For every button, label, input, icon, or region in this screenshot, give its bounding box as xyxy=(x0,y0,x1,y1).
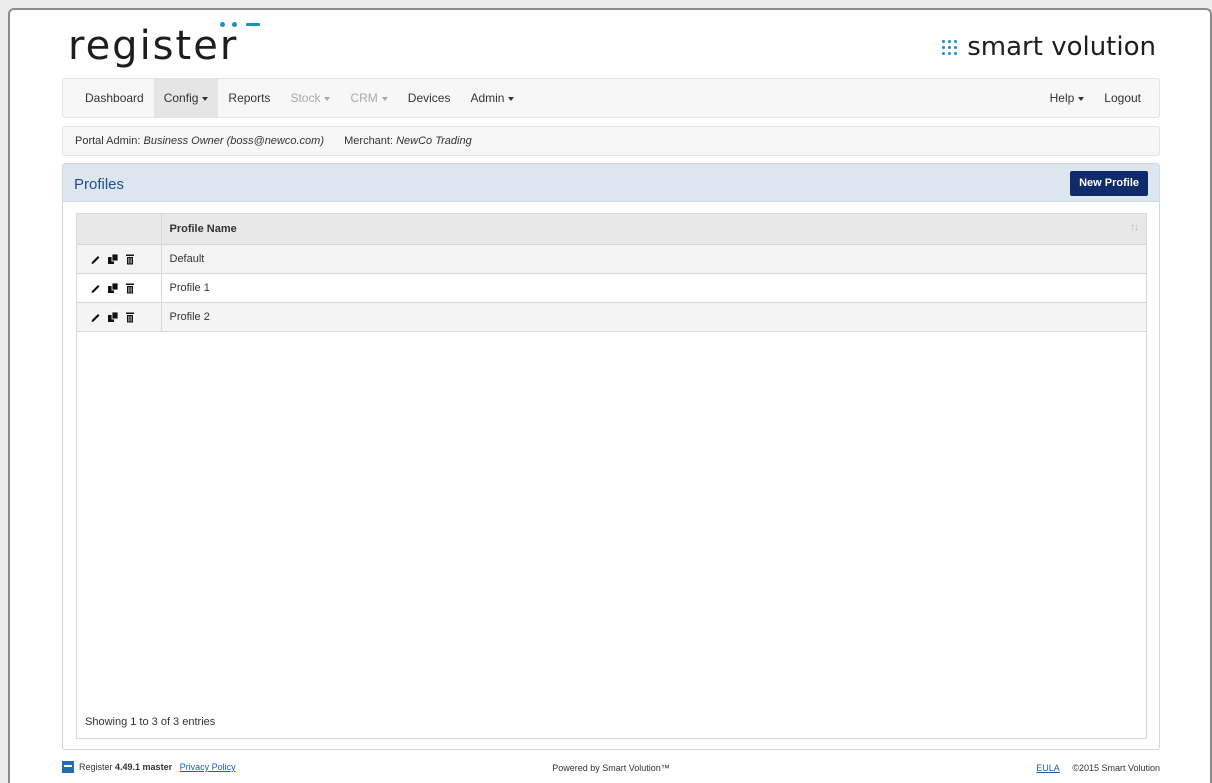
profiles-panel: Profiles New Profile Profile Name ↑↓ Def… xyxy=(62,163,1160,750)
row-actions xyxy=(77,244,162,274)
nav-devices[interactable]: Devices xyxy=(398,79,461,117)
trash-icon[interactable] xyxy=(124,282,136,294)
panel-heading: Profiles New Profile xyxy=(63,164,1159,202)
profile-name-cell: Profile 1 xyxy=(161,273,1146,303)
table-header-row: Profile Name ↑↓ xyxy=(77,214,1146,245)
page-header: register smart volution xyxy=(62,20,1160,72)
actions-column-header xyxy=(77,214,162,245)
nav-left: Dashboard Config Reports Stock CRM Devic… xyxy=(75,79,524,117)
row-actions xyxy=(77,273,162,303)
copy-icon[interactable] xyxy=(107,253,119,265)
table-info: Showing 1 to 3 of 3 entries xyxy=(85,716,216,728)
nav-reports[interactable]: Reports xyxy=(218,79,280,117)
chevron-down-icon xyxy=(1078,96,1085,101)
nav-crm[interactable]: CRM xyxy=(340,79,397,117)
portal-admin-value: Business Owner (boss@newco.com) xyxy=(143,135,324,147)
copy-icon[interactable] xyxy=(107,311,119,323)
nav-dashboard[interactable]: Dashboard xyxy=(75,79,154,117)
merchant-value: NewCo Trading xyxy=(396,135,472,147)
logo-bar-icon xyxy=(246,23,260,26)
dots-grid-icon xyxy=(942,39,958,55)
nav-admin[interactable]: Admin xyxy=(460,79,524,117)
portal-admin-label: Portal Admin: xyxy=(75,135,141,147)
pencil-icon[interactable] xyxy=(90,282,102,294)
footer-right: EULA ©2015 Smart Volution xyxy=(1036,763,1160,773)
footer-powered: Powered by Smart Volution™ xyxy=(552,763,670,773)
pencil-icon[interactable] xyxy=(90,253,102,265)
column-header-label: Profile Name xyxy=(169,222,237,235)
copy-icon[interactable] xyxy=(107,282,119,294)
merchant-label: Merchant: xyxy=(344,135,394,147)
eula-link[interactable]: EULA xyxy=(1036,763,1060,773)
profile-name-cell: Default xyxy=(161,244,1146,274)
trash-icon[interactable] xyxy=(124,253,136,265)
profile-name-column-header[interactable]: Profile Name ↑↓ xyxy=(161,214,1146,245)
row-actions xyxy=(77,302,162,332)
logo-dot-icon xyxy=(232,22,237,27)
nav-logout[interactable]: Logout xyxy=(1094,79,1151,117)
nav-stock[interactable]: Stock xyxy=(280,79,340,117)
table-row[interactable]: Profile 2 xyxy=(77,302,1146,332)
sort-icon[interactable]: ↑↓ xyxy=(1130,222,1139,233)
register-logo-accent xyxy=(142,20,260,30)
new-profile-button[interactable]: New Profile xyxy=(1070,171,1148,196)
table-row[interactable]: Default xyxy=(77,244,1146,274)
chevron-down-icon xyxy=(324,96,331,101)
smart-volution-logo: smart volution xyxy=(942,32,1156,62)
logo-dot-icon xyxy=(220,22,225,27)
context-infobar: Portal Admin: Business Owner (boss@newco… xyxy=(62,126,1160,156)
page-footer: Register 4.49.1 master Privacy Policy Po… xyxy=(62,759,1160,777)
chevron-down-icon xyxy=(202,96,209,101)
profiles-table: Profile Name ↑↓ Default Profile 1 Profile … xyxy=(77,214,1146,332)
chevron-down-icon xyxy=(381,96,388,101)
profiles-table-container: Profile Name ↑↓ Default Profile 1 Profile … xyxy=(76,213,1147,739)
pencil-icon[interactable] xyxy=(90,311,102,323)
profile-name-cell: Profile 2 xyxy=(161,302,1146,332)
smart-volution-logo-text: smart volution xyxy=(967,32,1156,62)
nav-config[interactable]: Config xyxy=(153,79,219,117)
nav-help[interactable]: Help xyxy=(1040,79,1095,117)
nav-right: Help Logout xyxy=(1040,79,1151,117)
chevron-down-icon xyxy=(508,96,515,101)
table-row[interactable]: Profile 1 xyxy=(77,273,1146,303)
trash-icon[interactable] xyxy=(124,311,136,323)
page-title: Profiles xyxy=(74,176,125,193)
copyright-text: ©2015 Smart Volution xyxy=(1072,763,1160,773)
main-navbar: Dashboard Config Reports Stock CRM Devic… xyxy=(62,78,1160,118)
